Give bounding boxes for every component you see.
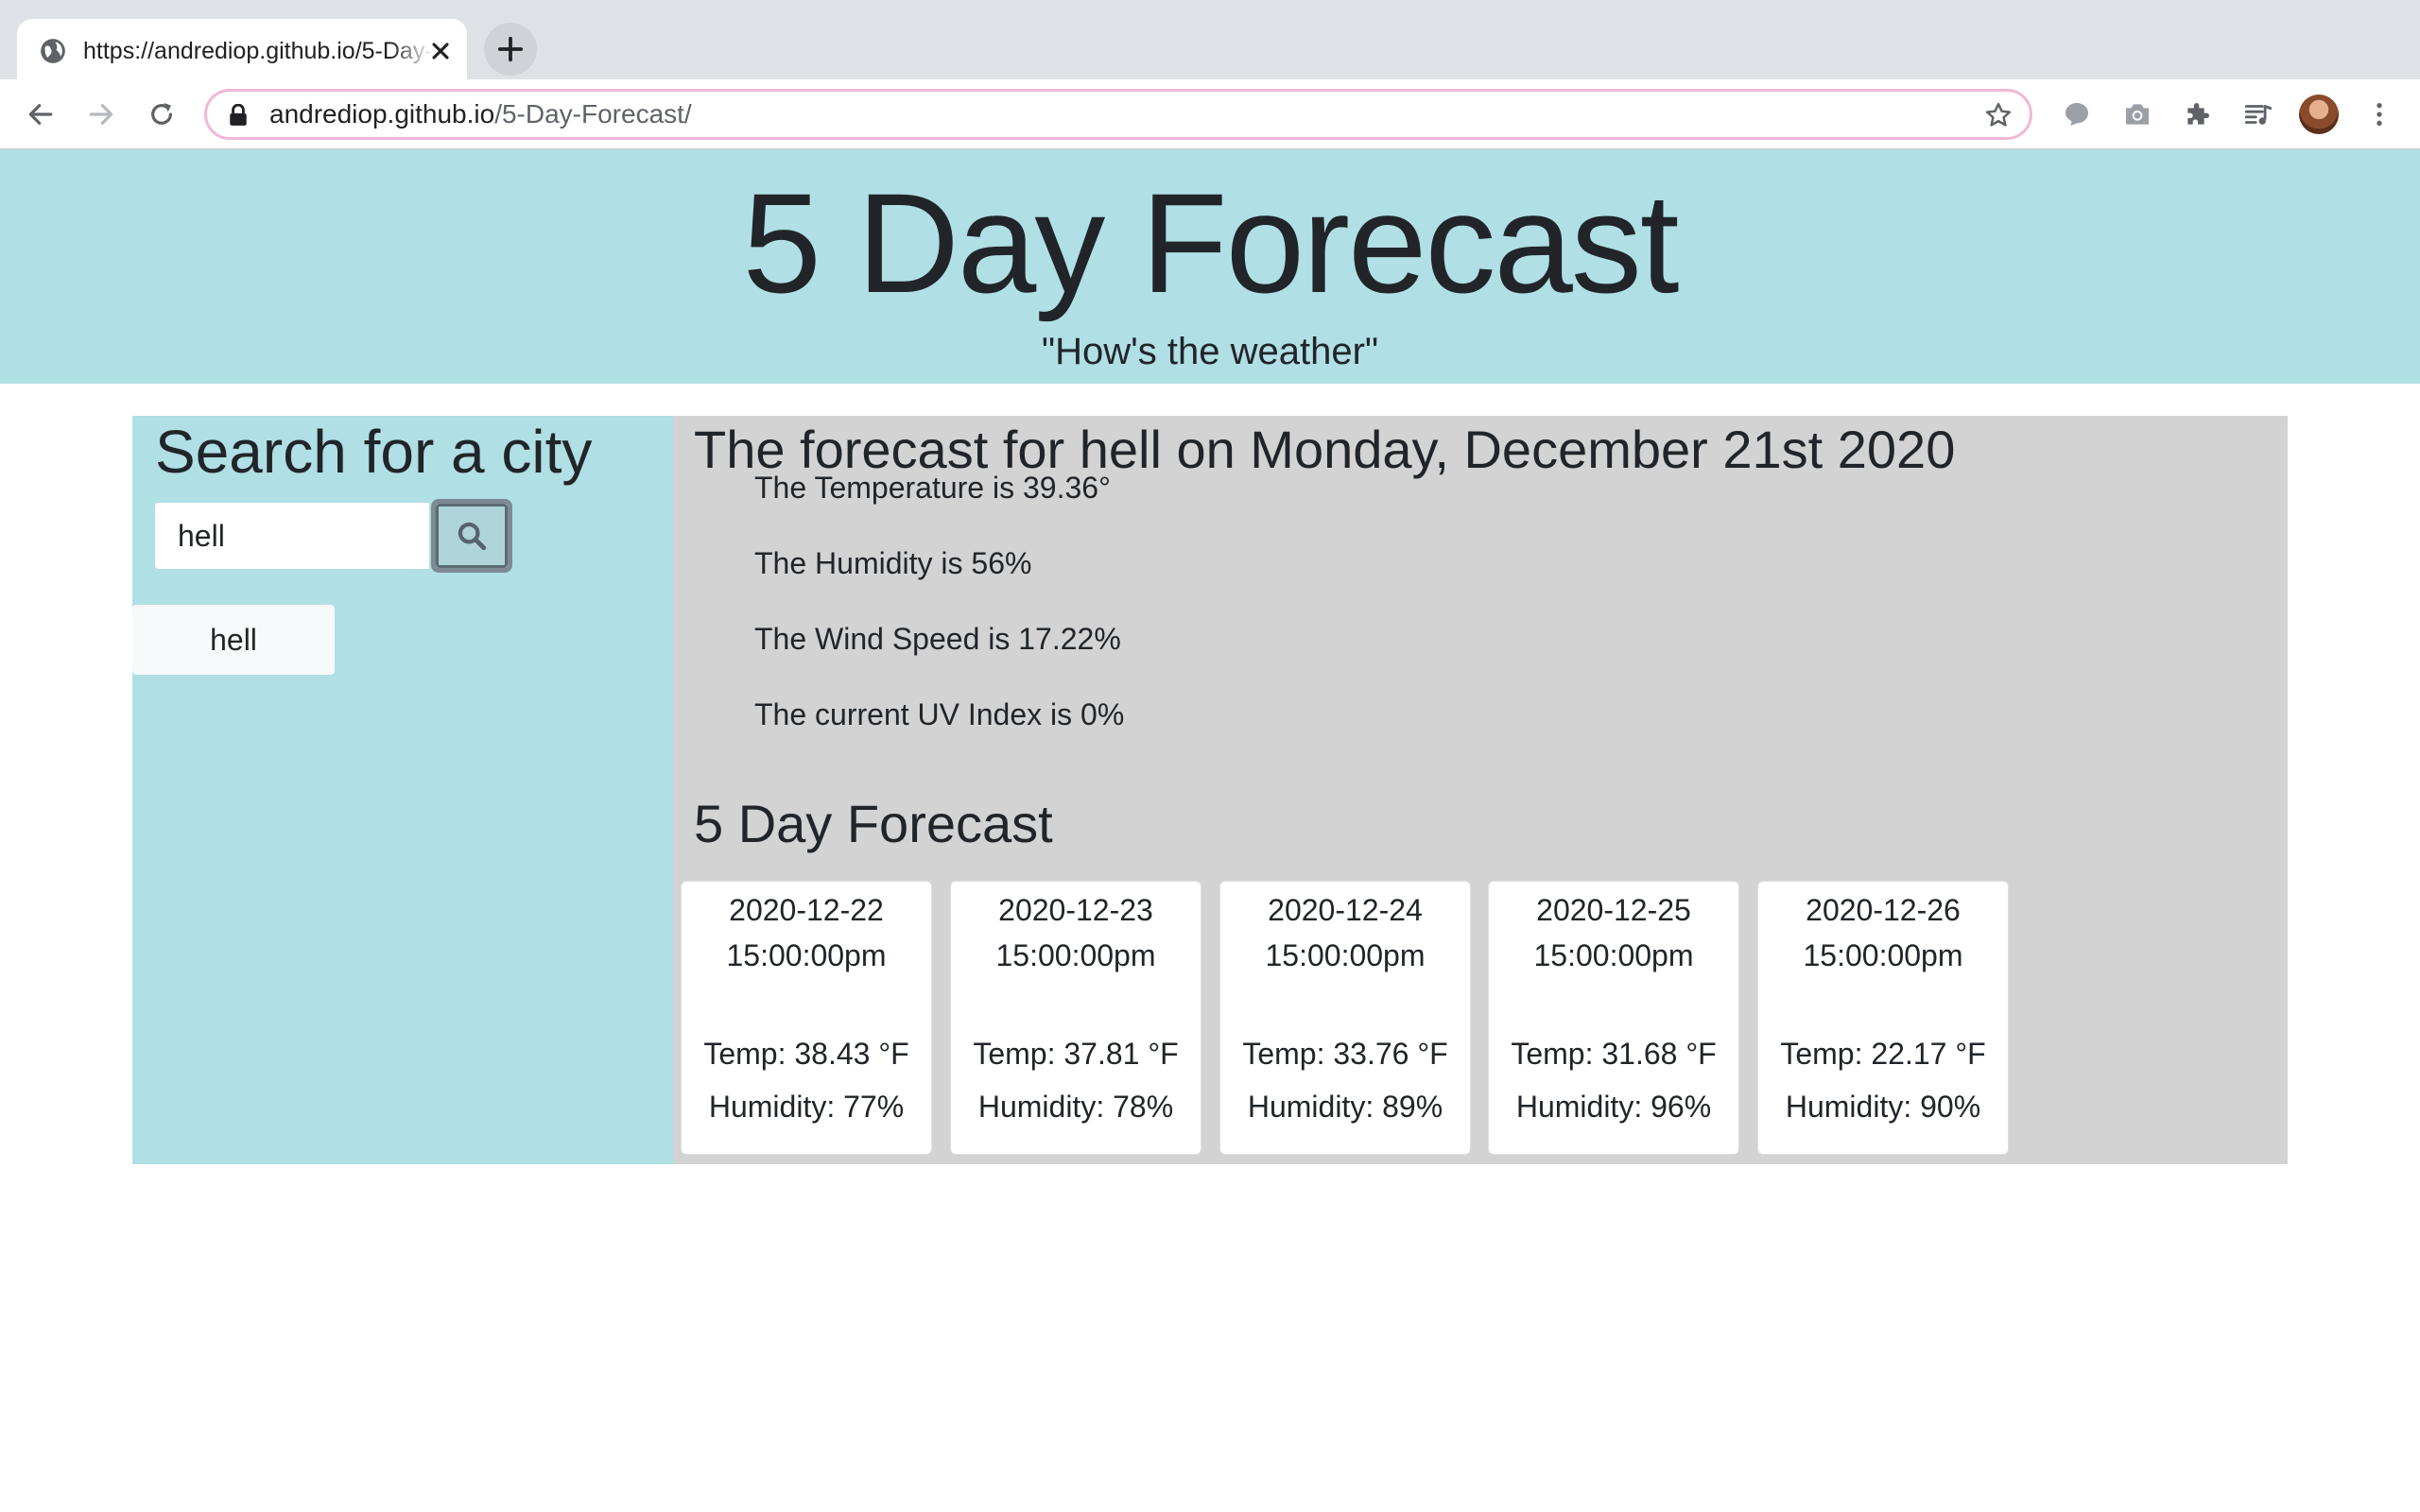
new-tab-button[interactable] bbox=[484, 23, 537, 76]
forecast-humidity: Humidity: 96% bbox=[1515, 1090, 1712, 1124]
forecast-humidity: Humidity: 78% bbox=[977, 1090, 1174, 1124]
browser-tab[interactable]: https://andrediop.github.io/5-Day-Foreca… bbox=[17, 19, 467, 79]
extensions-icon bbox=[2187, 103, 2209, 125]
back-arrow-icon bbox=[28, 104, 53, 125]
forecast-card: 2020-12-22 15:00:00pm Temp: 38.43 °F Hum… bbox=[681, 881, 932, 1155]
forecast-card: 2020-12-26 15:00:00pm Temp: 22.17 °F Hum… bbox=[1757, 881, 2009, 1155]
page-subtitle: "How's the weather" bbox=[1041, 331, 1379, 372]
search-sidebar: Search for a city hell bbox=[132, 416, 673, 1164]
forecast-card: 2020-12-25 15:00:00pm Temp: 31.68 °F Hum… bbox=[1488, 881, 1739, 1155]
forecast-time: 15:00:00pm bbox=[726, 938, 887, 972]
forecast-date: 2020-12-26 bbox=[1806, 893, 1961, 927]
profile-avatar[interactable] bbox=[2299, 94, 2339, 134]
search-heading: Search for a city bbox=[155, 418, 593, 486]
page-title: 5 Day Forecast bbox=[742, 163, 1679, 322]
extensions-button[interactable] bbox=[2180, 96, 2216, 132]
plus-icon bbox=[497, 36, 524, 62]
forward-arrow-icon bbox=[89, 104, 113, 125]
media-icon bbox=[2244, 105, 2273, 125]
browser-menu-button[interactable] bbox=[2361, 96, 2397, 132]
forecast-date: 2020-12-23 bbox=[998, 893, 1153, 927]
page-header: 5 Day Forecast "How's the weather" bbox=[0, 149, 2420, 384]
forecast-time: 15:00:00pm bbox=[1265, 938, 1426, 972]
current-wind-speed: The Wind Speed is 17.22% bbox=[754, 622, 1121, 656]
city-search-input[interactable] bbox=[155, 503, 429, 569]
url-text: andrediop.github.io/5-Day-Forecast/ bbox=[269, 92, 692, 137]
camera-extension-button[interactable] bbox=[2119, 96, 2155, 132]
search-history-item[interactable]: hell bbox=[132, 605, 335, 675]
browser-toolbar: andrediop.github.io/5-Day-Forecast/ bbox=[0, 79, 2420, 149]
forecast-date: 2020-12-22 bbox=[729, 893, 884, 927]
current-humidity: The Humidity is 56% bbox=[754, 546, 1032, 580]
forecast-temp: Temp: 22.17 °F bbox=[1780, 1037, 1986, 1071]
browser-tabstrip: https://andrediop.github.io/5-Day-Foreca… bbox=[0, 0, 2420, 79]
back-button[interactable] bbox=[23, 96, 59, 132]
current-uv-index: The current UV Index is 0% bbox=[754, 697, 1125, 731]
forecast-temp: Temp: 33.76 °F bbox=[1242, 1037, 1448, 1071]
forecast-time: 15:00:00pm bbox=[995, 938, 1156, 972]
search-button[interactable] bbox=[431, 499, 512, 573]
lock-icon[interactable] bbox=[228, 104, 249, 127]
url-host: andrediop.github.io bbox=[269, 99, 495, 129]
forecast-humidity: Humidity: 89% bbox=[1247, 1090, 1443, 1124]
content-container: Search for a city hell The forecast for … bbox=[132, 416, 2288, 1164]
forecast-humidity: Humidity: 90% bbox=[1785, 1090, 1981, 1124]
forecast-temp: Temp: 38.43 °F bbox=[703, 1037, 909, 1071]
forecast-humidity: Humidity: 77% bbox=[708, 1090, 905, 1124]
reload-icon bbox=[151, 103, 172, 125]
forward-button[interactable] bbox=[83, 96, 119, 132]
search-icon bbox=[458, 522, 487, 551]
current-temperature: The Temperature is 39.36° bbox=[754, 471, 1111, 505]
globe-icon bbox=[41, 39, 65, 63]
url-path: /5-Day-Forecast/ bbox=[494, 99, 692, 129]
speech-extension-button[interactable] bbox=[2059, 96, 2095, 132]
forecast-date: 2020-12-25 bbox=[1536, 893, 1691, 927]
star-icon[interactable] bbox=[1984, 101, 2013, 129]
forecast-panel: The forecast for hell on Monday, Decembe… bbox=[673, 416, 2288, 1164]
forecast-temp: Temp: 37.81 °F bbox=[973, 1037, 1179, 1071]
forecast-time: 15:00:00pm bbox=[1803, 938, 1963, 972]
kebab-menu-icon bbox=[2377, 103, 2382, 126]
address-bar[interactable]: andrediop.github.io/5-Day-Forecast/ bbox=[204, 89, 2032, 140]
camera-icon bbox=[2126, 104, 2149, 125]
reload-button[interactable] bbox=[144, 96, 180, 132]
five-day-heading: 5 Day Forecast bbox=[694, 794, 1053, 853]
search-button-inner bbox=[436, 504, 508, 568]
close-icon[interactable] bbox=[427, 38, 454, 64]
forecast-time: 15:00:00pm bbox=[1533, 938, 1694, 972]
speech-bubble-icon bbox=[2066, 103, 2088, 126]
tab-title: https://andrediop.github.io/5-Day-Foreca… bbox=[83, 38, 433, 64]
forecast-card: 2020-12-23 15:00:00pm Temp: 37.81 °F Hum… bbox=[950, 881, 1201, 1155]
forecast-card: 2020-12-24 15:00:00pm Temp: 33.76 °F Hum… bbox=[1219, 881, 1471, 1155]
forecast-date: 2020-12-24 bbox=[1268, 893, 1423, 927]
media-control-button[interactable] bbox=[2240, 96, 2276, 132]
forecast-temp: Temp: 31.68 °F bbox=[1511, 1037, 1717, 1071]
